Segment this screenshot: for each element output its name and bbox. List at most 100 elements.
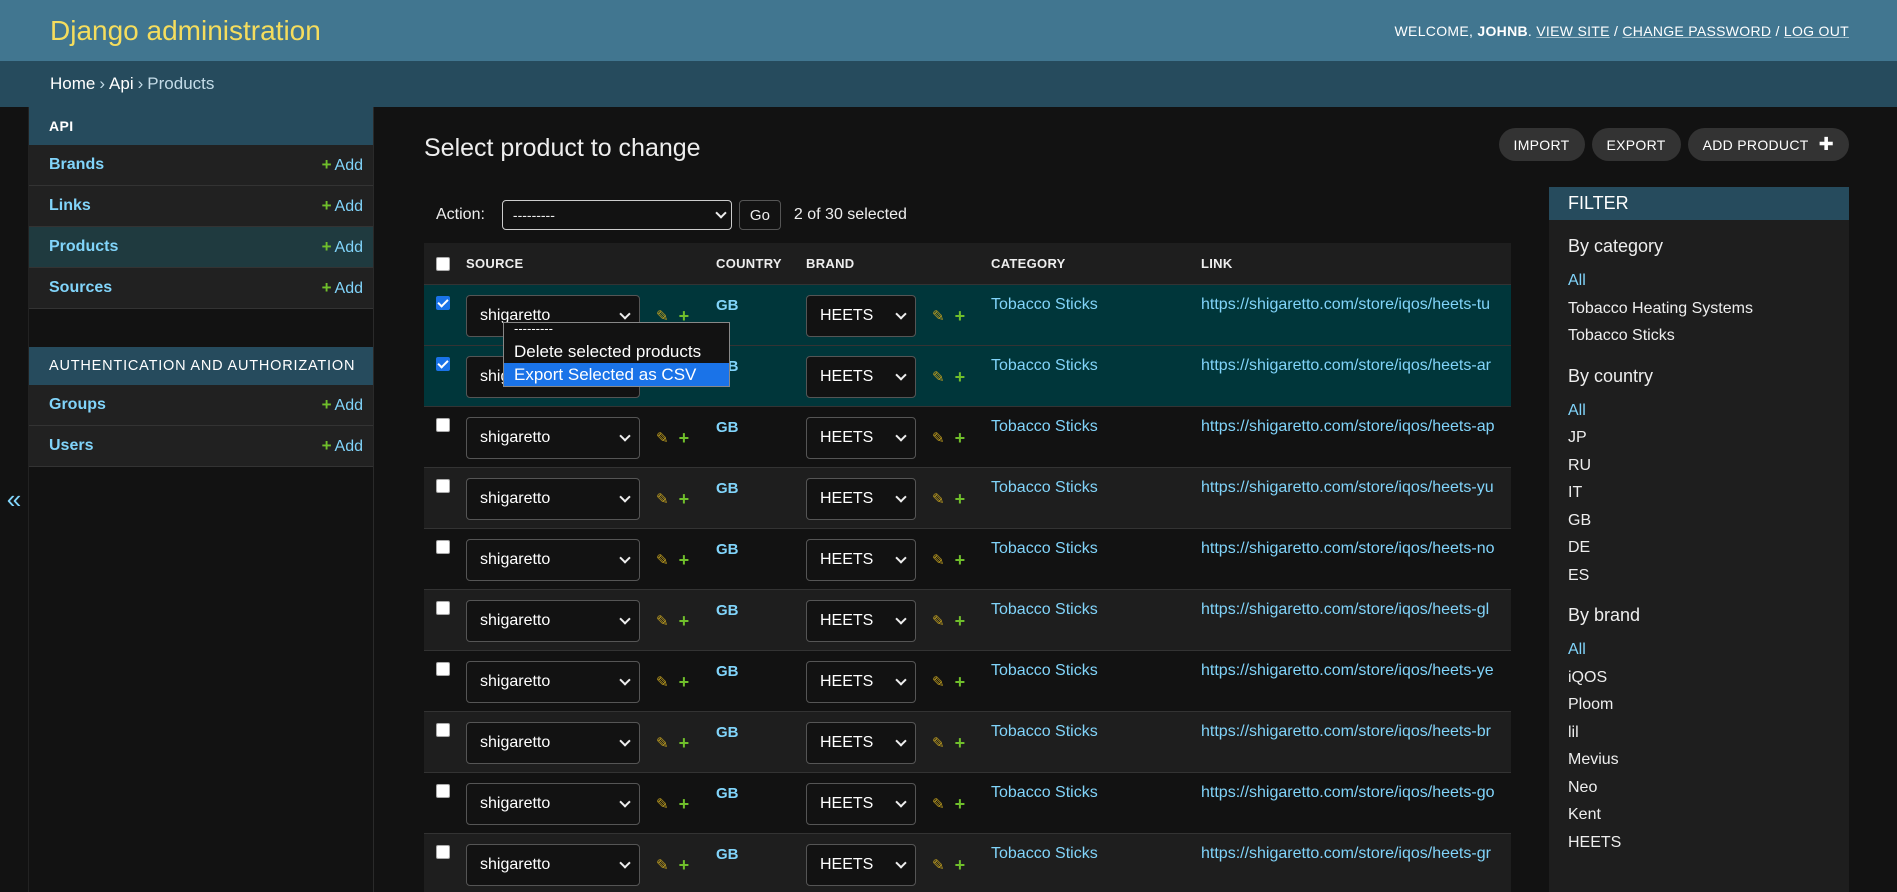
brand-select[interactable]: HEETS	[806, 539, 916, 581]
plus-icon[interactable]: +	[679, 794, 690, 815]
sidebar-item-label[interactable]: Links	[49, 197, 91, 215]
filter-option[interactable]: Tobacco Heating Systems	[1568, 295, 1830, 323]
pencil-icon[interactable]: ✎	[932, 490, 945, 508]
plus-icon[interactable]: +	[679, 428, 690, 449]
country-cell[interactable]: GB	[716, 468, 806, 497]
go-button[interactable]: Go	[738, 200, 781, 230]
brand-select[interactable]: HEETS	[806, 600, 916, 642]
link-cell[interactable]: https://shigaretto.com/store/iqos/heets-…	[1201, 346, 1511, 375]
brand-select[interactable]: HEETS	[806, 295, 916, 337]
country-cell[interactable]: GB	[716, 651, 806, 680]
country-cell[interactable]: GB	[716, 285, 806, 314]
add-group-link[interactable]: + Add	[322, 395, 363, 415]
brand-select[interactable]: HEETS	[806, 783, 916, 825]
brand-select[interactable]: HEETS	[806, 356, 916, 398]
row-checkbox[interactable]	[436, 723, 450, 737]
sidebar-item-label[interactable]: Groups	[49, 396, 106, 414]
filter-option[interactable]: RU	[1568, 452, 1830, 480]
add-product-link[interactable]: + Add	[322, 237, 363, 257]
category-cell[interactable]: Tobacco Sticks	[991, 712, 1201, 741]
source-select[interactable]: shigaretto	[466, 478, 640, 520]
row-checkbox[interactable]	[436, 540, 450, 554]
category-cell[interactable]: Tobacco Sticks	[991, 651, 1201, 680]
brand-select[interactable]: HEETS	[806, 844, 916, 886]
country-cell[interactable]: GB	[716, 834, 806, 863]
sidebar-item-users[interactable]: Users + Add	[29, 426, 373, 467]
add-brand-link[interactable]: + Add	[322, 155, 363, 175]
pencil-icon[interactable]: ✎	[932, 368, 945, 386]
sidebar-item-label[interactable]: Products	[49, 238, 118, 256]
filter-option[interactable]: Tobacco Sticks	[1568, 322, 1830, 350]
source-select[interactable]: shigaretto	[466, 783, 640, 825]
sidebar-item-links[interactable]: Links + Add	[29, 186, 373, 227]
breadcrumb-app[interactable]: Api	[109, 74, 134, 94]
column-header-source[interactable]: SOURCE	[466, 256, 716, 271]
filter-option[interactable]: iQOS	[1568, 664, 1830, 692]
country-cell[interactable]: GB	[716, 407, 806, 436]
filter-option[interactable]: All	[1568, 397, 1830, 425]
filter-option[interactable]: Ploom	[1568, 691, 1830, 719]
plus-icon[interactable]: +	[955, 489, 966, 510]
filter-option[interactable]: lil	[1568, 719, 1830, 747]
pencil-icon[interactable]: ✎	[656, 673, 669, 691]
source-select[interactable]: shigaretto	[466, 844, 640, 886]
column-header-category[interactable]: CATEGORY	[991, 256, 1201, 271]
filter-option[interactable]: Kent	[1568, 801, 1830, 829]
link-cell[interactable]: https://shigaretto.com/store/iqos/heets-…	[1201, 285, 1511, 314]
link-cell[interactable]: https://shigaretto.com/store/iqos/heets-…	[1201, 590, 1511, 619]
pencil-icon[interactable]: ✎	[656, 734, 669, 752]
source-select[interactable]: shigaretto	[466, 600, 640, 642]
link-cell[interactable]: https://shigaretto.com/store/iqos/heets-…	[1201, 651, 1511, 680]
action-select[interactable]: ---------	[501, 200, 732, 230]
filter-option[interactable]: Mevius	[1568, 746, 1830, 774]
pencil-icon[interactable]: ✎	[656, 551, 669, 569]
source-select[interactable]: shigaretto	[466, 539, 640, 581]
plus-icon[interactable]: +	[955, 611, 966, 632]
toggle-sidebar-button[interactable]: «	[0, 107, 29, 892]
action-option-export-csv[interactable]: Export Selected as CSV	[504, 363, 729, 386]
plus-icon[interactable]: +	[679, 855, 690, 876]
link-cell[interactable]: https://shigaretto.com/store/iqos/heets-…	[1201, 468, 1511, 497]
pencil-icon[interactable]: ✎	[932, 612, 945, 630]
plus-icon[interactable]: +	[679, 672, 690, 693]
category-cell[interactable]: Tobacco Sticks	[991, 590, 1201, 619]
category-cell[interactable]: Tobacco Sticks	[991, 834, 1201, 863]
module-caption-api[interactable]: API	[29, 107, 373, 145]
add-user-link[interactable]: + Add	[322, 436, 363, 456]
plus-icon[interactable]: +	[955, 794, 966, 815]
pencil-icon[interactable]: ✎	[932, 429, 945, 447]
pencil-icon[interactable]: ✎	[932, 795, 945, 813]
add-source-link[interactable]: + Add	[322, 278, 363, 298]
country-cell[interactable]: GB	[716, 712, 806, 741]
select-all-checkbox[interactable]	[436, 256, 450, 271]
pencil-icon[interactable]: ✎	[932, 551, 945, 569]
filter-option[interactable]: ES	[1568, 562, 1830, 590]
row-checkbox[interactable]	[436, 296, 450, 310]
brand-select[interactable]: HEETS	[806, 478, 916, 520]
plus-icon[interactable]: +	[955, 733, 966, 754]
row-checkbox[interactable]	[436, 479, 450, 493]
sidebar-item-groups[interactable]: Groups + Add	[29, 385, 373, 426]
site-name[interactable]: Django administration	[50, 15, 321, 47]
source-select[interactable]: shigaretto	[466, 722, 640, 764]
plus-icon[interactable]: +	[955, 672, 966, 693]
filter-option[interactable]: HEETS	[1568, 829, 1830, 857]
filter-option[interactable]: GB	[1568, 507, 1830, 535]
add-link-link[interactable]: + Add	[322, 196, 363, 216]
column-header-country[interactable]: COUNTRY	[716, 256, 806, 271]
pencil-icon[interactable]: ✎	[656, 856, 669, 874]
link-cell[interactable]: https://shigaretto.com/store/iqos/heets-…	[1201, 407, 1511, 436]
row-checkbox[interactable]	[436, 357, 450, 371]
pencil-icon[interactable]: ✎	[932, 307, 945, 325]
brand-select[interactable]: HEETS	[806, 661, 916, 703]
pencil-icon[interactable]: ✎	[656, 429, 669, 447]
country-cell[interactable]: GB	[716, 773, 806, 802]
module-caption-auth[interactable]: AUTHENTICATION AND AUTHORIZATION	[29, 347, 373, 385]
source-select[interactable]: shigaretto	[466, 661, 640, 703]
pencil-icon[interactable]: ✎	[932, 734, 945, 752]
brand-select[interactable]: HEETS	[806, 417, 916, 459]
sidebar-item-label[interactable]: Users	[49, 437, 93, 455]
brand-select[interactable]: HEETS	[806, 722, 916, 764]
plus-icon[interactable]: +	[955, 428, 966, 449]
filter-option[interactable]: DE	[1568, 534, 1830, 562]
